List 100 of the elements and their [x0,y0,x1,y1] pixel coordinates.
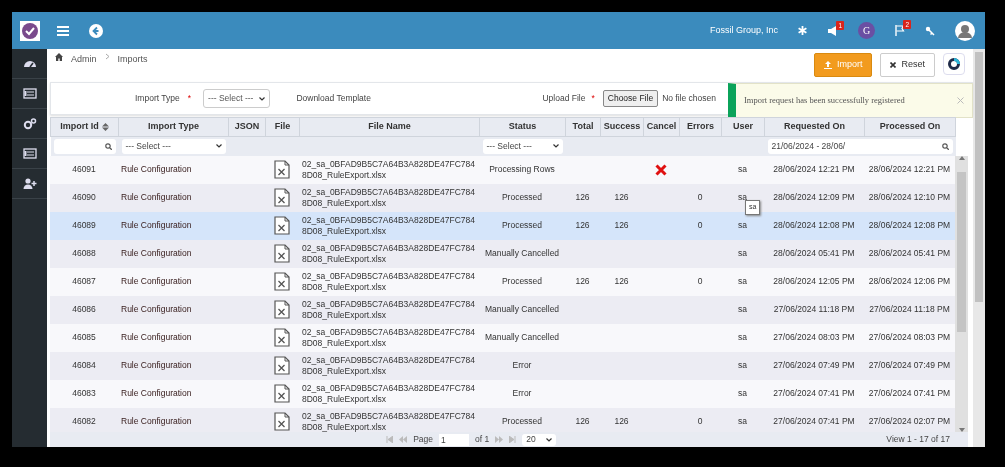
megaphone-icon[interactable] [827,25,838,36]
table-cell: Processed [479,183,565,212]
table-cell: 28/06/2024 12:08 PM [864,211,955,240]
table-cell[interactable]: 02_sa_0BFAD9B5C7A64B3A828DE47FC7848D08_RuleExport.xlsx [299,183,479,212]
table-cell: Processing Rows [479,155,565,184]
table-cell: 28/06/2024 12:10 PM [864,183,955,212]
table-cell: 0 [679,183,721,212]
table-cell: Rule Configuration [118,183,228,212]
search-icon [104,142,112,150]
table-cell: 27/06/2024 07:49 PM [864,351,955,380]
scrollbar[interactable] [955,155,968,433]
table-cell[interactable]: 02_sa_0BFAD9B5C7A64B3A828DE47FC7848D08_RuleExport.xlsx [299,295,479,324]
spreadsheet-file-icon[interactable] [274,384,290,403]
page-count: of 1 [475,433,490,446]
table-cell: Error [479,351,565,380]
user-initial-avatar[interactable]: G [858,22,875,39]
key-icon[interactable] [925,25,935,36]
table-cell: 28/06/2024 12:09 PM [764,183,864,212]
choose-file-button[interactable]: Choose File [602,90,659,107]
column-header: User [721,117,765,137]
table-cell: Rule Configuration [118,323,228,352]
table-cell[interactable]: 02_sa_0BFAD9B5C7A64B3A828DE47FC7848D08_RuleExport.xlsx [299,155,479,184]
column-header: Cancel [643,117,680,137]
table-cell: sa [721,379,764,408]
spreadsheet-file-icon[interactable] [274,412,290,431]
spreadsheet-file-icon[interactable] [274,216,290,235]
table-cell[interactable]: 02_sa_0BFAD9B5C7A64B3A828DE47FC7848D08_RuleExport.xlsx [299,211,479,240]
date-range-field[interactable]: 21/06/2024 - 28/06/ [767,138,953,154]
column-header: JSON [228,117,266,137]
download-link[interactable]: Download Template [296,92,371,105]
caret-icon [552,144,559,149]
table-cell: 126 [600,267,643,296]
table-cell: Rule Configuration [118,239,228,268]
cancel-icon[interactable] [655,163,667,176]
search-field[interactable] [53,138,116,154]
table-cell[interactable]: 02_sa_0BFAD9B5C7A64B3A828DE47FC7848D08_RuleExport.xlsx [299,351,479,380]
logo-icon[interactable] [19,20,40,41]
table-cell: Rule Configuration [118,407,228,433]
table-cell: sa [721,295,764,324]
breadcrumb-link[interactable]: Admin [71,53,97,67]
scrollbar[interactable] [973,49,985,447]
user-add-icon[interactable] [22,177,37,190]
spreadsheet-file-icon[interactable] [274,244,290,263]
import-type-select[interactable]: --- Select --- [203,89,271,108]
caret-icon [215,144,222,149]
menu-icon[interactable] [57,25,69,36]
gears-icon[interactable] [22,117,37,130]
table-cell: sa [721,239,764,268]
table-cell: 28/06/2024 12:21 PM [864,155,955,184]
table-cell: Manually Cancelled [479,295,565,324]
sort-icon[interactable] [101,122,109,131]
reset-button[interactable]: Reset [880,53,935,77]
table-cell: 46083 [50,379,118,408]
home-icon[interactable] [55,53,63,61]
page-label: Page [413,433,433,446]
table-cell: 28/06/2024 05:41 PM [764,239,864,268]
table-cell: 46089 [50,211,118,240]
flag-icon[interactable] [895,25,905,36]
spreadsheet-file-icon[interactable] [274,328,290,347]
table-cell: 27/06/2024 11:18 PM [764,295,864,324]
asterisk-icon[interactable] [798,26,807,35]
status-filter[interactable]: --- Select --- [482,138,563,154]
record-count: View 1 - 17 of 17 [885,433,950,446]
chevron-icon [104,53,110,60]
column-header: Status [479,117,566,137]
spreadsheet-file-icon[interactable] [274,356,290,375]
import-type-filter[interactable]: --- Select --- [121,138,226,154]
spreadsheet-file-icon[interactable] [274,188,290,207]
page-size-select[interactable]: 20 [522,433,557,446]
required-mark: * [591,92,595,105]
column-header: File [265,117,300,137]
list-icon[interactable] [22,147,37,160]
spreadsheet-file-icon[interactable] [274,300,290,319]
spreadsheet-file-icon[interactable] [274,160,290,179]
column-header[interactable]: Import Id [50,117,119,137]
table-cell: 126 [565,267,600,296]
table-cell: 27/06/2024 11:18 PM [864,295,955,324]
table-cell: Processed [479,407,565,433]
table-cell: 126 [600,407,643,433]
table-cell: 46087 [50,267,118,296]
avatar-icon[interactable] [955,20,975,41]
table-cell: 126 [565,407,600,433]
scroll-up-icon[interactable] [958,155,965,160]
table-cell: 27/06/2024 07:41 PM [864,379,955,408]
page-input[interactable]: 1 [439,433,469,446]
table-cell: 27/06/2024 02:07 PM [864,407,955,433]
back-icon[interactable] [89,23,103,38]
table-cell: 46085 [50,323,118,352]
table-cell[interactable]: 02_sa_0BFAD9B5C7A64B3A828DE47FC7848D08_RuleExport.xlsx [299,407,479,433]
table-cell[interactable]: 02_sa_0BFAD9B5C7A64B3A828DE47FC7848D08_RuleExport.xlsx [299,267,479,296]
table-cell: 46084 [50,351,118,380]
table-cell[interactable]: 02_sa_0BFAD9B5C7A64B3A828DE47FC7848D08_RuleExport.xlsx [299,379,479,408]
table-cell: 27/06/2024 07:49 PM [764,351,864,380]
table-cell[interactable]: 02_sa_0BFAD9B5C7A64B3A828DE47FC7848D08_RuleExport.xlsx [299,239,479,268]
spreadsheet-file-icon[interactable] [274,272,290,291]
refresh-button[interactable] [943,53,965,75]
list-icon[interactable] [22,87,37,100]
table-cell: 126 [600,211,643,240]
table-cell[interactable]: 02_sa_0BFAD9B5C7A64B3A828DE47FC7848D08_RuleExport.xlsx [299,323,479,352]
file-status: No file chosen [662,92,716,105]
